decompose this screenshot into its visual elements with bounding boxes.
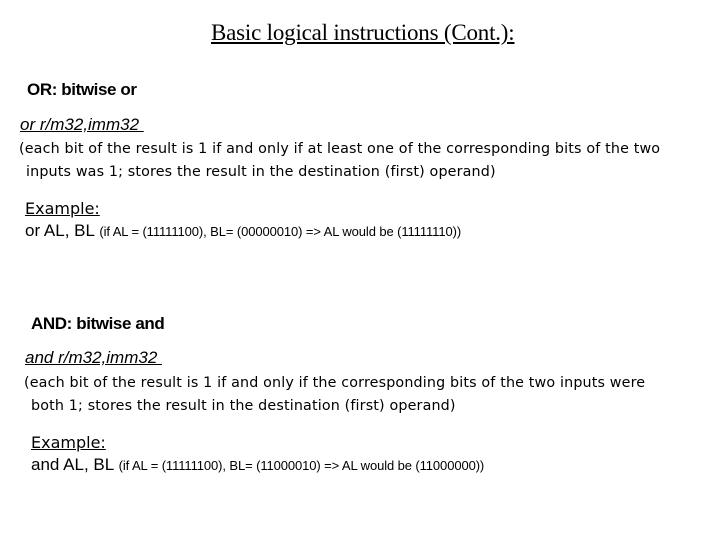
or-description-line-2: inputs was 1; stores the result in the d…	[26, 164, 496, 180]
and-example-label: Example:	[31, 433, 106, 452]
or-example-line: or AL, BL (if AL = (11111100), BL= (0000…	[25, 221, 461, 241]
or-syntax: or r/m32,imm32	[20, 115, 144, 134]
or-example-label: Example:	[25, 199, 100, 218]
or-heading: OR: bitwise or	[27, 80, 137, 99]
and-description-line-2: both 1; stores the result in the destina…	[31, 398, 456, 414]
and-description-line-1: (each bit of the result is 1 if and only…	[24, 375, 646, 391]
slide-title: Basic logical instructions (Cont.):	[211, 20, 515, 45]
and-example-line: and AL, BL (if AL = (11111100), BL= (110…	[31, 455, 484, 475]
and-heading: AND: bitwise and	[31, 314, 165, 333]
or-description-line-1: (each bit of the result is 1 if and only…	[19, 141, 661, 157]
or-example-note: (if AL = (11111100), BL= (00000010) => A…	[99, 224, 462, 239]
and-example-note: (if AL = (11111100), BL= (11000010) => A…	[118, 458, 485, 473]
or-description: (each bit of the result is 1 if and only…	[19, 138, 660, 184]
or-example-instruction: or AL, BL	[25, 221, 95, 240]
and-description: (each bit of the result is 1 if and only…	[24, 372, 645, 418]
and-example-instruction: and AL, BL	[31, 455, 115, 474]
and-syntax: and r/m32,imm32	[25, 348, 162, 367]
